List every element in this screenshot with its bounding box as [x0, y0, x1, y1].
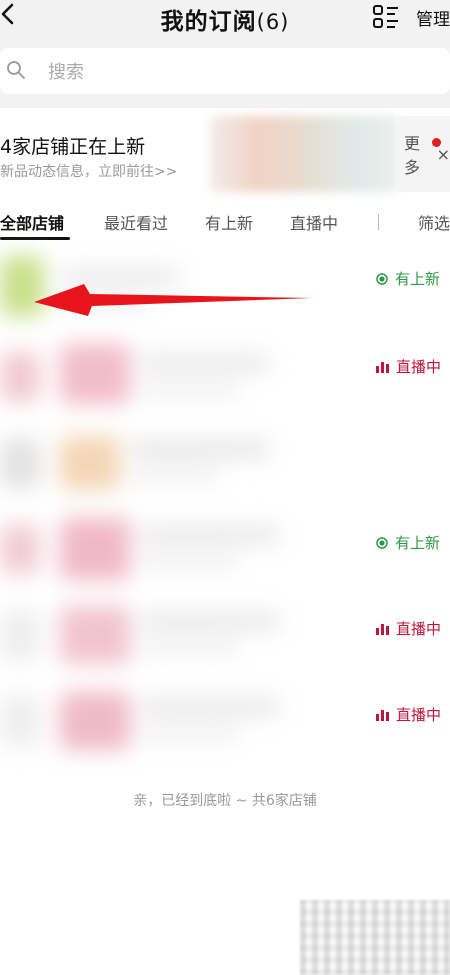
watermark — [300, 900, 450, 975]
banner-title: 4家店铺正在上新 — [0, 136, 146, 158]
shop-info-blurred — [0, 334, 330, 420]
shop-info-blurred — [0, 420, 330, 506]
shop-row[interactable]: 直播中 — [0, 334, 450, 420]
status-live: 直播中 — [376, 618, 441, 639]
status-new-arrivals: 有上新 — [376, 268, 440, 289]
status-text: 直播中 — [396, 706, 442, 724]
search-icon — [7, 61, 25, 79]
status-text: 直播中 — [396, 620, 442, 638]
subscription-count: (6) — [256, 10, 290, 34]
notification-dot — [432, 138, 441, 147]
search-placeholder: 搜索 — [48, 62, 84, 83]
green-dot-icon — [376, 536, 388, 549]
shop-row[interactable]: 有上新 — [0, 248, 450, 334]
status-new-arrivals: 有上新 — [376, 532, 440, 553]
active-tab-indicator — [0, 237, 70, 240]
shop-info-blurred — [0, 506, 330, 592]
more-label: 更多 — [404, 134, 421, 177]
shop-row[interactable]: 有上新 — [0, 506, 450, 592]
shop-row[interactable]: 直播中 — [0, 678, 450, 764]
tab-new-arrivals[interactable]: 有上新 — [205, 210, 253, 234]
live-bars-icon — [376, 709, 389, 721]
search-area: 搜索 — [0, 48, 450, 108]
green-dot-icon — [376, 272, 388, 285]
tab-live[interactable]: 直播中 — [290, 210, 338, 234]
manage-label: 管理 — [416, 9, 450, 30]
live-bars-icon — [376, 623, 389, 635]
subscriptions-page: 我的订阅(6) 管理 搜索 4家店铺正在上新 新品动态信息，立即前往>> 更多 … — [0, 0, 450, 975]
page-title-text: 我的订阅 — [160, 9, 257, 35]
filter-tabs: 全部店铺 最近看过 有上新 直播中 筛选 — [0, 200, 450, 246]
tab-divider — [378, 214, 379, 230]
tab-filter[interactable]: 筛选 — [418, 210, 450, 234]
manage-list-icon — [373, 5, 398, 28]
shop-row[interactable] — [0, 420, 450, 506]
search-input[interactable]: 搜索 — [0, 48, 450, 94]
shop-row[interactable]: 直播中 — [0, 592, 450, 678]
status-text: 有上新 — [395, 534, 441, 552]
manage-button[interactable]: 管理 — [372, 4, 450, 30]
status-text: 直播中 — [396, 358, 442, 376]
tab-all-shops[interactable]: 全部店铺 — [0, 210, 64, 234]
top-bar: 我的订阅(6) 管理 — [0, 0, 450, 48]
banner-subtitle: 新品动态信息，立即前往>> — [0, 164, 178, 180]
end-of-list-note: 亲，已经到底啦 ~ 共6家店铺 — [133, 793, 317, 809]
live-bars-icon — [376, 361, 389, 373]
tab-recently-viewed[interactable]: 最近看过 — [104, 210, 168, 234]
shop-info-blurred — [0, 248, 330, 334]
status-live: 直播中 — [376, 704, 441, 725]
status-text: 有上新 — [395, 270, 441, 288]
shop-info-blurred — [0, 592, 330, 678]
status-live: 直播中 — [376, 356, 441, 377]
shop-info-blurred — [0, 678, 330, 764]
close-icon[interactable]: × — [437, 145, 450, 164]
banner-shop-thumbnails[interactable] — [210, 116, 398, 192]
more-button[interactable]: 更多 × — [398, 116, 450, 192]
